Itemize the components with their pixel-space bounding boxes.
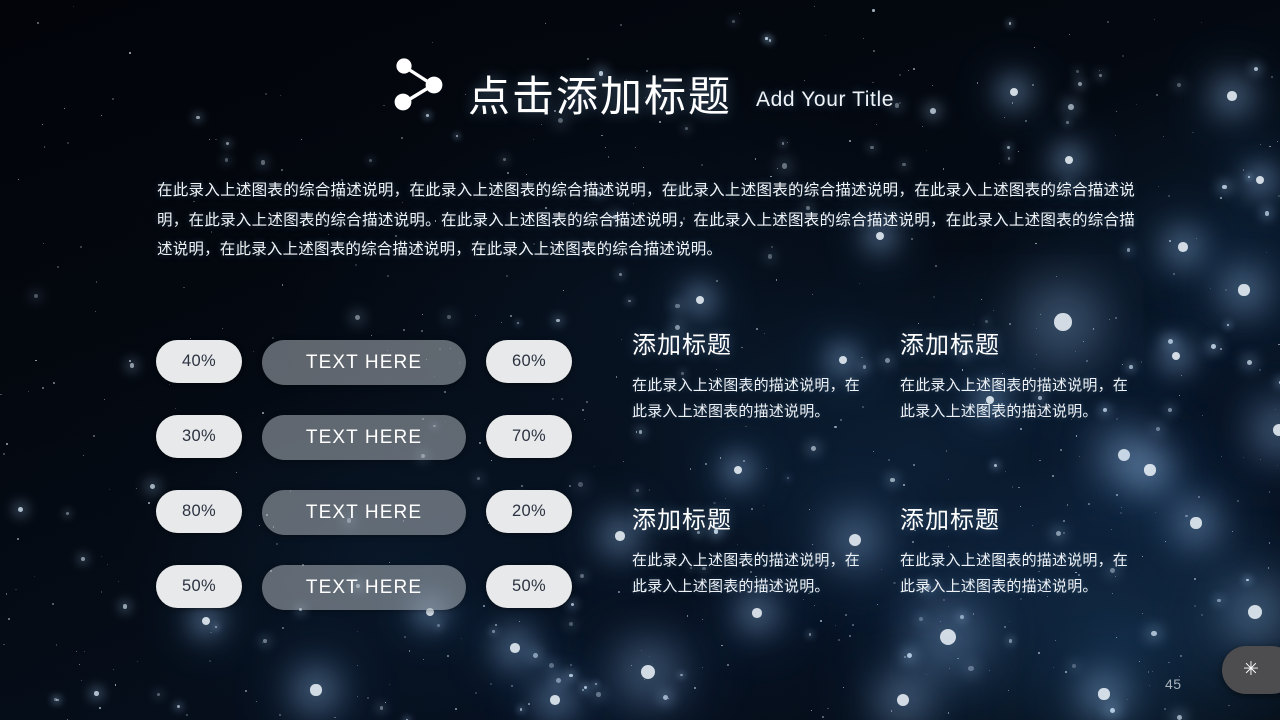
feature-title: 添加标题	[632, 507, 732, 534]
pill-rows: 40% TEXT HERE 60% 30% TEXT HERE 70% 80% …	[156, 340, 572, 640]
row-left-value[interactable]: 30%	[156, 415, 242, 458]
feature-title: 添加标题	[632, 332, 732, 359]
page-number: 45	[1165, 676, 1182, 692]
page-subtitle: Add Your Title	[756, 88, 895, 111]
corner-tab-button[interactable]: ✳	[1222, 646, 1280, 694]
row-left-value[interactable]: 50%	[156, 565, 242, 608]
feature-block: 添加标题 在此录入上述图表的描述说明，在此录入上述图表的描述说明。	[900, 332, 1132, 508]
row-label-button[interactable]: TEXT HERE	[262, 415, 466, 460]
row-label-button[interactable]: TEXT HERE	[262, 565, 466, 610]
row-right-value[interactable]: 20%	[486, 490, 572, 533]
row-right-value[interactable]: 50%	[486, 565, 572, 608]
slide-header: 点击添加标题 Add Your Title	[388, 52, 894, 120]
row-label-button[interactable]: TEXT HERE	[262, 490, 466, 535]
feature-title: 添加标题	[900, 507, 1000, 534]
feature-block: 添加标题 在此录入上述图表的描述说明，在此录入上述图表的描述说明。	[900, 507, 1132, 600]
pill-row: 30% TEXT HERE 70%	[156, 415, 572, 490]
feature-title: 添加标题	[900, 332, 1000, 359]
feature-body: 在此录入上述图表的描述说明，在此录入上述图表的描述说明。	[632, 377, 861, 421]
feature-body: 在此录入上述图表的描述说明，在此录入上述图表的描述说明。	[632, 552, 861, 596]
share-nodes-icon	[394, 58, 443, 111]
feature-body: 在此录入上述图表的描述说明，在此录入上述图表的描述说明。	[900, 552, 1129, 596]
asterisk-icon: ✳	[1243, 658, 1259, 680]
row-right-value[interactable]: 60%	[486, 340, 572, 383]
slide-canvas: 点击添加标题 Add Your Title 在此录入上述图表的综合描述说明，在此…	[0, 0, 1280, 720]
feature-block: 添加标题 在此录入上述图表的描述说明，在此录入上述图表的描述说明。	[632, 507, 900, 600]
row-right-value[interactable]: 70%	[486, 415, 572, 458]
feature-body: 在此录入上述图表的描述说明，在此录入上述图表的描述说明。	[900, 377, 1129, 421]
pill-row: 80% TEXT HERE 20%	[156, 490, 572, 565]
feature-blocks: 添加标题 在此录入上述图表的描述说明，在此录入上述图表的描述说明。 添加标题 在…	[632, 332, 1132, 600]
page-title: 点击添加标题	[468, 73, 733, 120]
pill-row: 40% TEXT HERE 60%	[156, 340, 572, 415]
intro-paragraph: 在此录入上述图表的综合描述说明，在此录入上述图表的综合描述说明，在此录入上述图表…	[157, 182, 1135, 258]
row-left-value[interactable]: 40%	[156, 340, 242, 383]
row-left-value[interactable]: 80%	[156, 490, 242, 533]
pill-row: 50% TEXT HERE 50%	[156, 565, 572, 640]
feature-block: 添加标题 在此录入上述图表的描述说明，在此录入上述图表的描述说明。	[632, 332, 900, 508]
row-label-button[interactable]: TEXT HERE	[262, 340, 466, 385]
